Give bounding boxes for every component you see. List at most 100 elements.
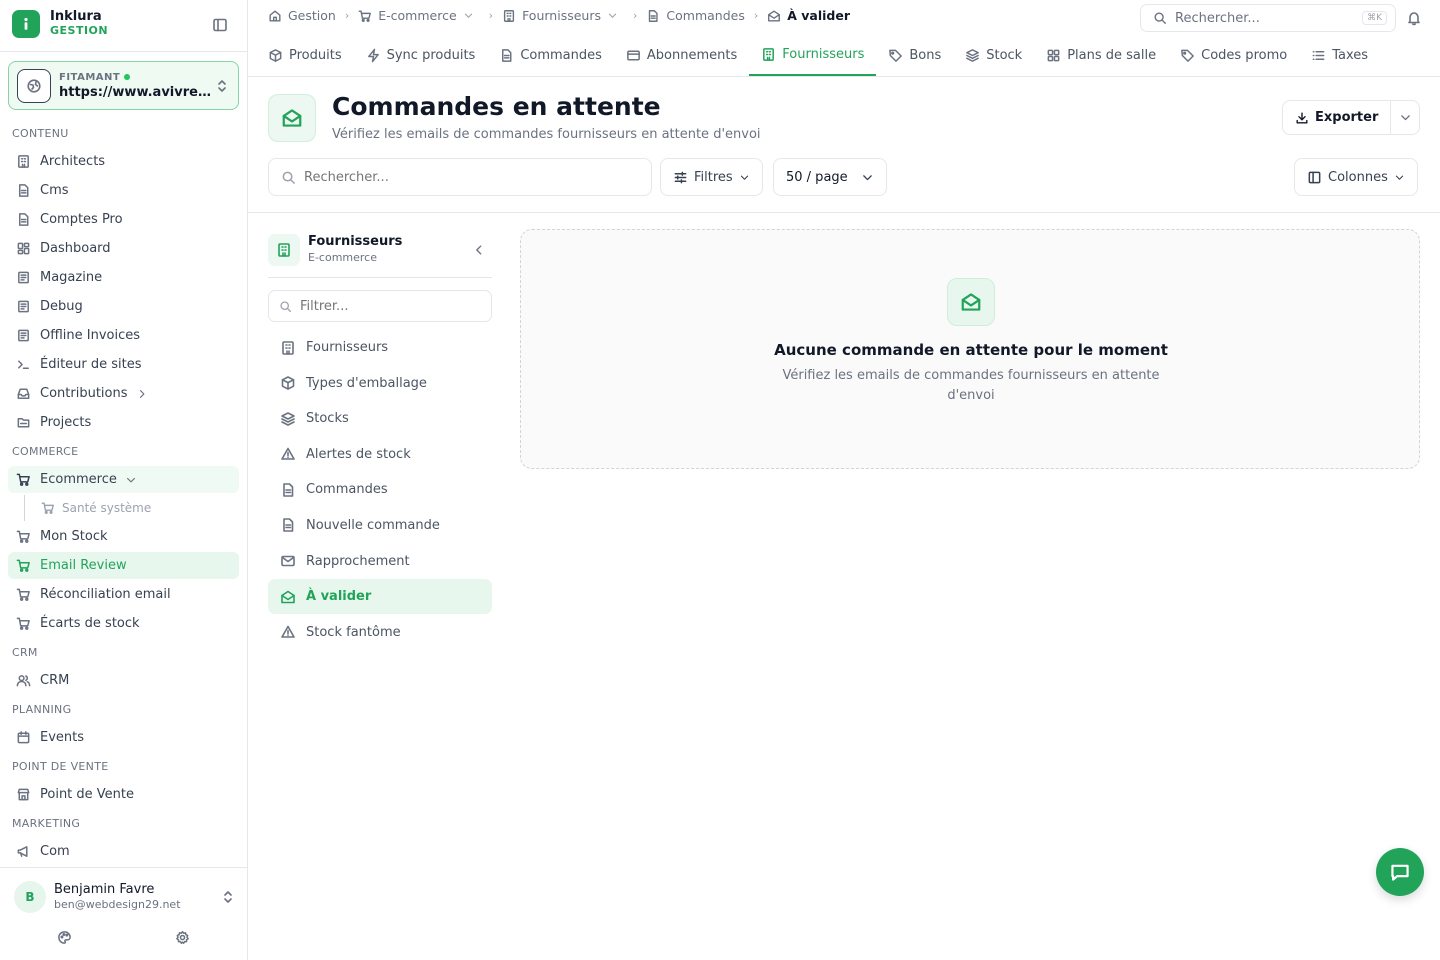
palette-icon[interactable] bbox=[57, 930, 72, 945]
tab-stock[interactable]: Stock bbox=[953, 34, 1034, 76]
sidebar-item-mon-stock[interactable]: Mon Stock bbox=[8, 523, 239, 550]
folder-icon bbox=[17, 418, 30, 428]
search-input[interactable] bbox=[304, 169, 624, 185]
layers-icon bbox=[281, 411, 295, 426]
sidebar-item-architects[interactable]: Architects bbox=[8, 148, 239, 175]
sidebar-item-email-review[interactable]: Email Review bbox=[8, 552, 239, 579]
per-page-select[interactable]: 50 / page bbox=[773, 158, 887, 196]
breadcrumb-commandes[interactable]: Commandes bbox=[646, 8, 745, 23]
chat-button[interactable] bbox=[1376, 848, 1424, 896]
export-dropdown-button[interactable] bbox=[1391, 111, 1419, 124]
sidebar-item-ecommerce[interactable]: Ecommerce bbox=[8, 466, 239, 493]
sidebar-item-crm[interactable]: CRM bbox=[8, 667, 239, 694]
sidebar-item-point-de-vente[interactable]: Point de Vente bbox=[8, 781, 239, 808]
sidebar-item-contributions[interactable]: Contributions bbox=[8, 380, 239, 407]
global-search[interactable]: Rechercher... ⌘K bbox=[1140, 4, 1396, 32]
global-search-placeholder: Rechercher... bbox=[1175, 10, 1260, 26]
empty-state: Aucune commande en attente pour le momen… bbox=[520, 229, 1420, 469]
sidebar-item-editeur-sites[interactable]: Éditeur de sites bbox=[8, 351, 239, 378]
search-icon bbox=[280, 300, 292, 312]
brand[interactable]: Inklura GESTION bbox=[12, 10, 108, 38]
users-icon bbox=[16, 675, 31, 687]
chevron-down-icon bbox=[1400, 115, 1410, 121]
tab-label: Codes promo bbox=[1201, 47, 1288, 63]
tab-produits[interactable]: Produits bbox=[256, 34, 354, 76]
user-menu[interactable]: B Benjamin Favre ben@webdesign29.net bbox=[14, 881, 236, 913]
subnav-item-nouvelle-commande[interactable]: Nouvelle commande bbox=[268, 508, 492, 543]
sidebar-item-label: Email Review bbox=[40, 558, 127, 573]
sidebar-item-com[interactable]: Com bbox=[8, 838, 239, 865]
subnav-item-alertes-stock[interactable]: Alertes de stock bbox=[268, 437, 492, 472]
page-subtitle: Vérifiez les emails de commandes fournis… bbox=[332, 127, 761, 142]
sidebar-item-label: Dashboard bbox=[40, 241, 111, 256]
bell-icon[interactable] bbox=[1406, 10, 1422, 26]
per-page-value: 50 / page bbox=[786, 169, 848, 185]
site-status-dot bbox=[124, 74, 131, 80]
mail-icon bbox=[281, 555, 295, 567]
subnav-item-commandes[interactable]: Commandes bbox=[268, 472, 492, 507]
chevron-left-icon[interactable] bbox=[472, 243, 486, 257]
tab-fournisseurs[interactable]: Fournisseurs bbox=[749, 34, 877, 76]
sidebar-nav: CONTENU Architects Cms Comptes Pro Dashb… bbox=[0, 118, 247, 866]
export-label: Exporter bbox=[1315, 110, 1379, 125]
mail-open-icon bbox=[281, 590, 295, 603]
site-url: https://www.avivre.fr bbox=[59, 84, 214, 100]
breadcrumb-fournisseurs[interactable]: Fournisseurs bbox=[502, 8, 624, 23]
sidebar-item-dashboard[interactable]: Dashboard bbox=[8, 235, 239, 262]
top-bar: Gestion › E-commerce › Fournisseurs › Co… bbox=[248, 0, 1440, 34]
empty-state-subtitle: Vérifiez les emails de commandes fournis… bbox=[782, 368, 1160, 403]
sidebar-item-projects[interactable]: Projects bbox=[8, 409, 239, 436]
settings-gear-icon[interactable] bbox=[175, 930, 190, 945]
export-button[interactable]: Exporter bbox=[1283, 101, 1391, 134]
chevron-down-icon[interactable] bbox=[607, 10, 624, 21]
tab-abonnements[interactable]: Abonnements bbox=[614, 34, 749, 76]
breadcrumb-separator: › bbox=[753, 9, 759, 22]
sidebar-item-events[interactable]: Events bbox=[8, 724, 239, 751]
breadcrumb-current: À valider bbox=[767, 8, 850, 23]
subnav-item-a-valider[interactable]: À valider bbox=[268, 579, 492, 615]
sidebar-item-comptes-pro[interactable]: Comptes Pro bbox=[8, 206, 239, 233]
subnav-item-fournisseurs[interactable]: Fournisseurs bbox=[268, 330, 492, 365]
sidebar-item-label: CRM bbox=[40, 673, 70, 688]
subnav-item-rapprochement[interactable]: Rapprochement bbox=[268, 544, 492, 579]
sidebar-item-magazine[interactable]: Magazine bbox=[8, 264, 239, 291]
subnav-item-label: Stocks bbox=[306, 411, 349, 427]
sidebar-item-ecarts-stock[interactable]: Écarts de stock bbox=[8, 610, 239, 637]
filters-button[interactable]: Filtres bbox=[660, 158, 763, 196]
box-icon bbox=[281, 376, 295, 390]
tab-codes-promo[interactable]: Codes promo bbox=[1168, 34, 1299, 76]
brand-logo-icon bbox=[12, 10, 40, 38]
nav-section-commerce: COMMERCE bbox=[12, 445, 79, 458]
sidebar-item-reconciliation-email[interactable]: Réconciliation email bbox=[8, 581, 239, 608]
module-tabs: Produits Sync produits Commandes Abonnem… bbox=[248, 34, 1440, 77]
tab-sync-produits[interactable]: Sync produits bbox=[354, 34, 488, 76]
tab-commandes[interactable]: Commandes bbox=[487, 34, 614, 76]
sidebar-item-cms[interactable]: Cms bbox=[8, 177, 239, 204]
filter-input[interactable] bbox=[300, 298, 480, 314]
columns-button[interactable]: Colonnes bbox=[1294, 158, 1418, 196]
sidebar-item-offline-invoices[interactable]: Offline Invoices bbox=[8, 322, 239, 349]
page-title: Commandes en attente bbox=[332, 92, 661, 121]
chevron-down-icon[interactable] bbox=[463, 10, 480, 21]
sidebar-toggle-icon[interactable] bbox=[212, 17, 228, 33]
newspaper-icon bbox=[18, 271, 29, 284]
chevron-updown-icon bbox=[214, 78, 230, 94]
subnav-item-types-emballage[interactable]: Types d'emballage bbox=[268, 366, 492, 401]
breadcrumb-gestion[interactable]: Gestion bbox=[268, 8, 336, 23]
subnav-item-label: Stock fantôme bbox=[306, 624, 401, 640]
site-switcher[interactable]: FITAMANT https://www.avivre.fr bbox=[8, 61, 239, 110]
cart-icon bbox=[16, 588, 30, 601]
filters-label: Filtres bbox=[694, 169, 733, 185]
subnav-item-stocks[interactable]: Stocks bbox=[268, 401, 492, 436]
subnav-item-stock-fantome[interactable]: Stock fantôme bbox=[268, 615, 492, 650]
sidebar-item-debug[interactable]: Debug bbox=[8, 293, 239, 320]
calendar-icon bbox=[17, 731, 30, 744]
tab-taxes[interactable]: Taxes bbox=[1299, 34, 1380, 76]
subnav-item-label: Rapprochement bbox=[306, 553, 410, 569]
tab-bons[interactable]: Bons bbox=[876, 34, 953, 76]
sidebar-subitem-sante-systeme[interactable]: Santé système bbox=[24, 495, 247, 521]
subnav-item-label: Types d'emballage bbox=[306, 375, 427, 391]
tab-plans-de-salle[interactable]: Plans de salle bbox=[1034, 34, 1168, 76]
breadcrumb-ecommerce[interactable]: E-commerce bbox=[358, 8, 479, 23]
subnav-item-label: À valider bbox=[306, 589, 372, 605]
